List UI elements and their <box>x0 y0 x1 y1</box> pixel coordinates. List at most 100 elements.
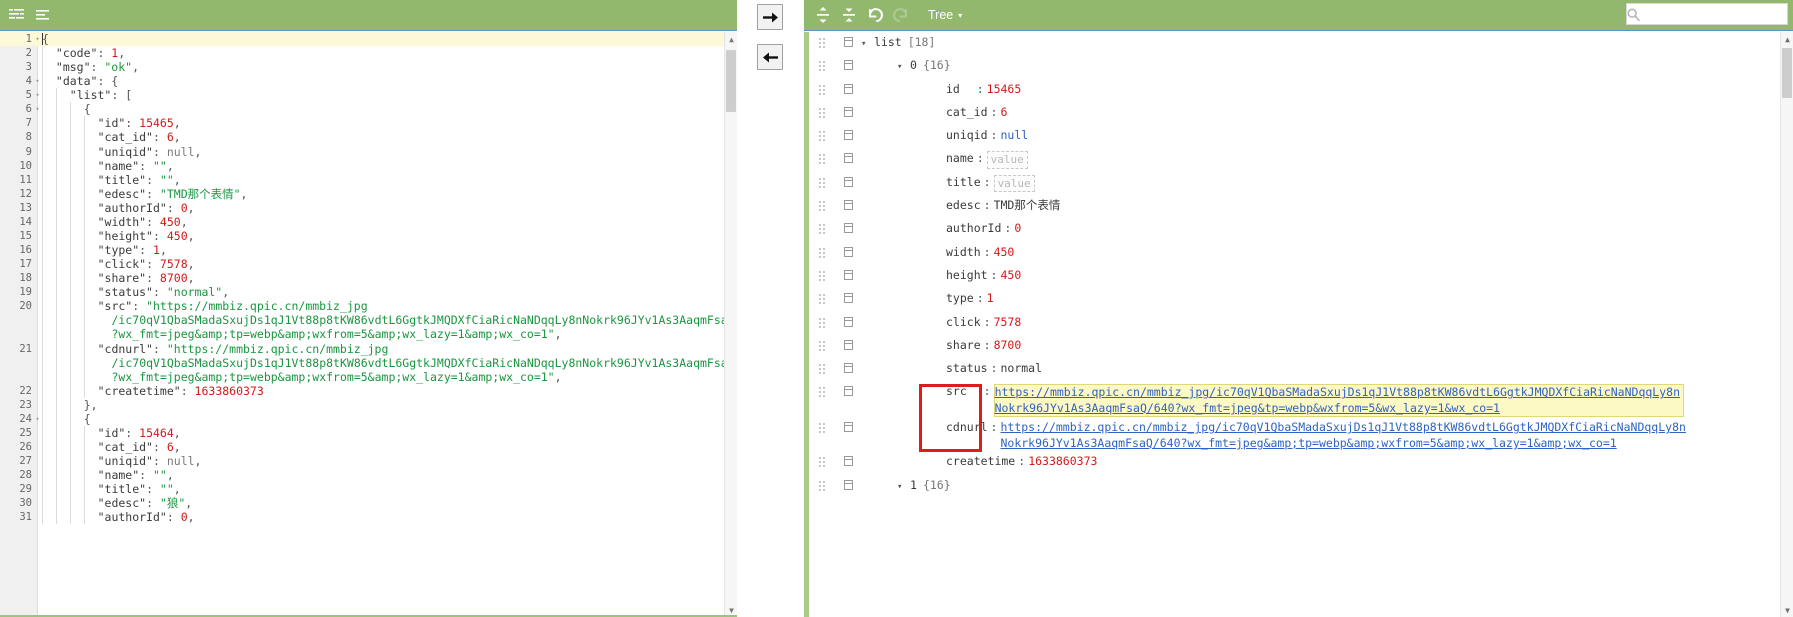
code-line[interactable]: 11 "title": "", <box>0 172 737 187</box>
drag-handle-icon[interactable] <box>809 417 835 440</box>
drag-handle-icon[interactable] <box>809 32 835 55</box>
tree-node-key[interactable]: width <box>946 245 981 259</box>
code-line[interactable]: 5 ▾ "list": [ <box>0 88 737 103</box>
code-line[interactable]: 26 "cat_id": 6, <box>0 440 737 455</box>
code-line[interactable]: /ic70qV1QbaSMadaSxujDs1qJ1Vt88p8tKW86vdt… <box>0 355 737 370</box>
code-line[interactable]: 3 "msg": "ok", <box>0 60 737 75</box>
code-line[interactable]: 31 "authorId": 0, <box>0 510 737 525</box>
row-menu-checkbox[interactable] <box>835 195 861 218</box>
tree-node-key[interactable]: id <box>946 82 974 96</box>
row-menu-checkbox[interactable] <box>835 125 861 148</box>
code-line[interactable]: 23}, <box>0 397 737 412</box>
code-line[interactable]: 1 ▾{ <box>0 32 737 47</box>
tree-row[interactable]: status: normal <box>809 358 1779 381</box>
left-vertical-scrollbar[interactable]: ▲ ▼ <box>724 32 737 617</box>
expand-toggle-icon[interactable]: ▾ <box>897 478 910 496</box>
tree-scroll-up-icon[interactable]: ▲ <box>1781 32 1793 46</box>
code-line[interactable]: 15 "height": 450, <box>0 228 737 244</box>
drag-handle-icon[interactable] <box>809 381 835 404</box>
drag-handle-icon[interactable] <box>809 451 835 474</box>
code-line[interactable]: 20 "src": "https://mmbiz.qpic.cn/mmbiz_jp… <box>0 299 737 314</box>
tree-scroll-thumb[interactable] <box>1782 48 1792 98</box>
expand-toggle-icon[interactable]: ▾ <box>861 35 874 53</box>
drag-handle-icon[interactable] <box>809 218 835 241</box>
row-menu-checkbox[interactable] <box>835 218 861 241</box>
code-line[interactable]: 22 "createtime": 1633860373 <box>0 383 737 398</box>
tree-node-value[interactable]: value <box>993 174 1035 193</box>
code-line[interactable]: 17 "click": 7578, <box>0 257 737 272</box>
tree-row[interactable]: id :15465 <box>809 79 1779 102</box>
tree-node-value[interactable]: 450 <box>1000 268 1021 284</box>
drag-handle-icon[interactable] <box>809 195 835 218</box>
tree-row[interactable]: type:1 <box>809 288 1779 311</box>
tree-node-key[interactable]: authorId <box>946 221 1001 235</box>
drag-handle-icon[interactable] <box>809 125 835 148</box>
code-line[interactable]: 21 "cdnurl": "https://mmbiz.qpic.cn/mmbiz… <box>0 341 737 356</box>
tree-view[interactable]: ▾ list [18] ▾ 0 {16} id :15465 cat_id:6 uniqid: n… <box>804 32 1793 617</box>
code-line[interactable]: 25 "id": 15464, <box>0 425 737 441</box>
scroll-thumb[interactable] <box>726 50 736 112</box>
row-menu-checkbox[interactable] <box>835 265 861 288</box>
code-line[interactable]: 28 "name": "", <box>0 468 737 483</box>
tree-node-key[interactable]: uniqid <box>946 128 988 142</box>
tree-row[interactable]: share:8700 <box>809 335 1779 358</box>
tree-row[interactable]: ▾ 1 {16} <box>809 475 1779 498</box>
tree-node-key[interactable]: cat_id <box>946 105 988 119</box>
row-menu-checkbox[interactable] <box>835 417 861 440</box>
row-menu-checkbox[interactable] <box>835 335 861 358</box>
scroll-up-icon[interactable]: ▲ <box>725 32 737 46</box>
expand-all-icon[interactable] <box>810 2 836 28</box>
tree-node-key[interactable]: edesc <box>946 198 981 212</box>
menu-icon[interactable] <box>4 2 30 28</box>
row-menu-checkbox[interactable] <box>835 55 861 78</box>
expand-toggle-icon[interactable]: ▾ <box>897 58 910 76</box>
tree-node-value[interactable]: 0 <box>1014 221 1021 237</box>
undo-icon[interactable] <box>862 2 888 28</box>
tree-node-key[interactable]: share <box>946 338 981 352</box>
tree-node-value[interactable]: 15465 <box>987 82 1022 98</box>
tree-row[interactable]: ▾ list [18] <box>809 32 1779 55</box>
redo-icon[interactable] <box>888 2 914 28</box>
fold-toggle-icon[interactable]: ▾ <box>33 412 42 426</box>
tree-node-value[interactable]: 7578 <box>994 315 1022 331</box>
tree-node-value[interactable]: 6 <box>1000 105 1007 121</box>
code-line[interactable]: 27 "uniqid": null, <box>0 454 737 469</box>
tree-node-key[interactable]: height <box>946 268 988 282</box>
tree-row[interactable]: createtime:1633860373 <box>809 451 1779 474</box>
row-menu-checkbox[interactable] <box>835 288 861 311</box>
code-line[interactable]: 30 "edesc": "狼", <box>0 496 737 511</box>
tree-row[interactable]: authorId:0 <box>809 218 1779 241</box>
tree-node-value[interactable]: TMD那个表情 <box>994 198 1061 214</box>
row-menu-checkbox[interactable] <box>835 102 861 125</box>
code-line[interactable]: /ic70qV1QbaSMadaSxujDs1qJ1Vt88p8tKW86vdt… <box>0 313 737 328</box>
tree-node-key[interactable]: src <box>946 384 981 398</box>
tree-node-value[interactable]: 1633860373 <box>1028 454 1097 470</box>
tree-node-key[interactable]: cdnurl <box>946 420 988 434</box>
code-line[interactable]: 7 "id": 15465, <box>0 116 737 131</box>
row-menu-checkbox[interactable] <box>835 381 861 404</box>
row-menu-checkbox[interactable] <box>835 451 861 474</box>
code-line[interactable]: ?wx_fmt=jpeg&amp;tp=webp&amp;wxfrom=5&am… <box>0 369 737 384</box>
mode-selector[interactable]: Tree ▾ <box>928 8 962 22</box>
tree-node-key[interactable]: 1 <box>910 478 917 492</box>
tree-node-value[interactable]: 8700 <box>994 338 1022 354</box>
tree-row[interactable]: width:450 <box>809 242 1779 265</box>
fold-toggle-icon[interactable]: ▾ <box>33 88 42 102</box>
tree-node-value-highlighted[interactable]: https://mmbiz.qpic.cn/mmbiz_jpg/ic70qV1Q… <box>993 384 1684 418</box>
collapse-all-icon[interactable] <box>836 2 862 28</box>
code-line[interactable]: 9 "uniqid": null, <box>0 144 737 159</box>
tree-rows-container[interactable]: ▾ list [18] ▾ 0 {16} id :15465 cat_id:6 uniqid: n… <box>809 32 1779 617</box>
drag-handle-icon[interactable] <box>809 475 835 498</box>
tree-node-value[interactable]: 450 <box>994 245 1015 261</box>
tree-scroll-down-icon[interactable]: ▼ <box>1781 603 1793 617</box>
drag-handle-icon[interactable] <box>809 312 835 335</box>
tree-node-key[interactable]: createtime <box>946 454 1015 468</box>
tree-row[interactable]: uniqid: null <box>809 125 1779 148</box>
code-line[interactable]: 12 "edesc": "TMD那个表情", <box>0 186 737 201</box>
tree-node-value[interactable]: https://mmbiz.qpic.cn/mmbiz_jpg/ic70qV1Q… <box>1000 420 1690 451</box>
row-menu-checkbox[interactable] <box>835 358 861 381</box>
tree-row[interactable]: height:450 <box>809 265 1779 288</box>
drag-handle-icon[interactable] <box>809 55 835 78</box>
fold-toggle-icon[interactable]: ▾ <box>33 32 42 46</box>
row-menu-checkbox[interactable] <box>835 242 861 265</box>
